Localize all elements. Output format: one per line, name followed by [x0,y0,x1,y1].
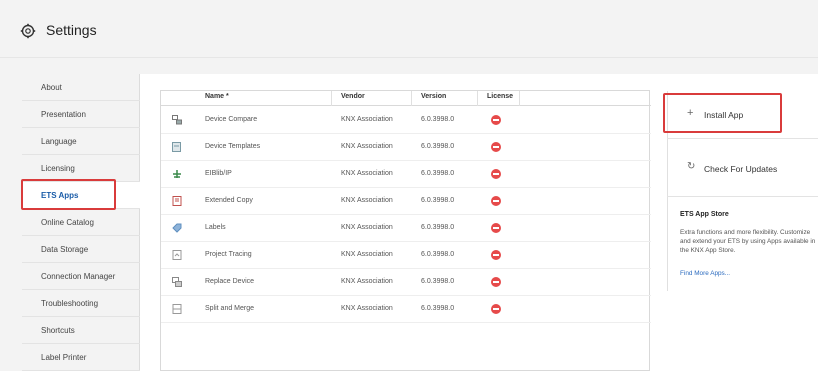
app-version: 6.0.3998.0 [421,170,455,177]
find-more-apps-link[interactable]: Find More Apps... [680,270,730,277]
check-for-updates-button[interactable]: ↻ Check For Updates [668,148,818,188]
table-row[interactable]: EIBlib/IP KNX Association 6.0.3998.0 [161,161,651,188]
app-name: Split and Merge [205,305,255,312]
app-vendor: KNX Association [341,116,393,123]
minus-circle-icon [491,169,501,179]
ets-apps-highlight-box [21,179,116,210]
divider [667,138,818,139]
table-header: Name * Vendor Version License [161,91,651,106]
app-name: Extended Copy [205,197,253,204]
settings-header: Settings [0,0,818,58]
sidebar-item-licensing[interactable]: Licensing [22,155,140,182]
labels-icon [172,223,182,233]
sidebar-item-troubleshooting[interactable]: Troubleshooting [22,290,140,317]
app-version: 6.0.3998.0 [421,305,455,312]
minus-circle-icon [491,277,501,287]
column-divider [411,91,412,106]
app-version: 6.0.3998.0 [421,197,455,204]
app-name: Device Templates [205,143,261,150]
column-divider [477,91,478,106]
sidebar-item-about[interactable]: About [22,74,140,101]
app-vendor: KNX Association [341,197,393,204]
app-vendor: KNX Association [341,143,393,150]
app-name: Labels [205,224,226,231]
replace-device-icon [172,277,182,287]
table-row[interactable]: Replace Device KNX Association 6.0.3998.… [161,269,651,296]
app-version: 6.0.3998.0 [421,278,455,285]
app-version: 6.0.3998.0 [421,224,455,231]
sidebar-item-online-catalog[interactable]: Online Catalog [22,209,140,236]
eiblib-icon [173,170,181,178]
table-row[interactable]: Split and Merge KNX Association 6.0.3998… [161,296,651,323]
app-version: 6.0.3998.0 [421,116,455,123]
device-compare-icon [172,115,182,125]
column-divider [519,91,520,106]
page-title: Settings [46,22,97,38]
settings-sidebar: About Presentation Language Licensing ET… [22,74,140,371]
extended-copy-icon [172,196,182,206]
app-vendor: KNX Association [341,170,393,177]
app-vendor: KNX Association [341,278,393,285]
app-name: EIBlib/IP [205,170,232,177]
table-row[interactable]: Labels KNX Association 6.0.3998.0 [161,215,651,242]
table-row[interactable]: Extended Copy KNX Association 6.0.3998.0 [161,188,651,215]
minus-circle-icon [491,250,501,260]
column-header-license[interactable]: License [487,93,513,100]
table-row[interactable]: Device Compare KNX Association 6.0.3998.… [161,107,651,134]
divider [667,196,818,197]
app-name: Device Compare [205,116,258,123]
sidebar-item-label-printer[interactable]: Label Printer [22,344,140,371]
split-merge-icon [172,304,182,314]
gear-icon [20,23,36,39]
sidebar-item-presentation[interactable]: Presentation [22,101,140,128]
minus-circle-icon [491,115,501,125]
app-name: Replace Device [205,278,255,285]
app-vendor: KNX Association [341,305,393,312]
check-for-updates-label: Check For Updates [704,164,778,174]
app-name: Project Tracing [205,251,252,258]
app-version: 6.0.3998.0 [421,251,455,258]
install-app-highlight-box [663,93,782,133]
table-row[interactable]: Project Tracing KNX Association 6.0.3998… [161,242,651,269]
refresh-icon: ↻ [687,161,696,172]
app-vendor: KNX Association [341,251,393,258]
column-header-name[interactable]: Name * [205,93,229,100]
app-store-description: Extra functions and more flexibility. Cu… [680,229,816,254]
project-tracing-icon [172,250,182,260]
sidebar-item-data-storage[interactable]: Data Storage [22,236,140,263]
app-version: 6.0.3998.0 [421,143,455,150]
sidebar-item-language[interactable]: Language [22,128,140,155]
app-store-title: ETS App Store [680,211,729,218]
minus-circle-icon [491,304,501,314]
sidebar-item-connection-manager[interactable]: Connection Manager [22,263,140,290]
apps-table: Name * Vendor Version License Device Com… [160,90,651,371]
app-vendor: KNX Association [341,224,393,231]
minus-circle-icon [491,223,501,233]
device-templates-icon [172,142,181,152]
table-row[interactable]: Device Templates KNX Association 6.0.399… [161,134,651,161]
column-header-version[interactable]: Version [421,93,446,100]
column-divider [331,91,332,106]
minus-circle-icon [491,142,501,152]
sidebar-item-shortcuts[interactable]: Shortcuts [22,317,140,344]
column-header-vendor[interactable]: Vendor [341,93,365,100]
minus-circle-icon [491,196,501,206]
